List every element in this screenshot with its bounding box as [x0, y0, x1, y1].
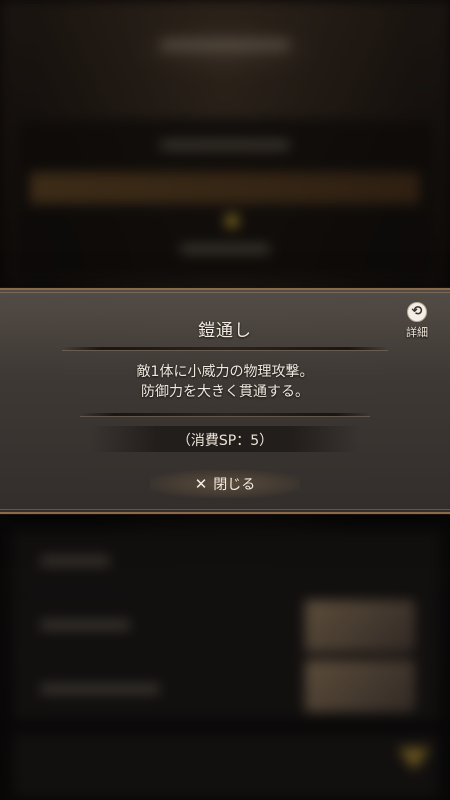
skill-info-dialog: 鎧通し ⟲ 詳細 敵1体に小威力の物理攻撃。 防御力を大きく貫通する。 （消費S… — [0, 288, 450, 514]
description-divider — [80, 413, 370, 416]
detail-button-label: 詳細 — [406, 326, 428, 339]
description-line: 敵1体に小威力の物理攻撃。 — [136, 364, 314, 380]
sp-cost-text: （消費SP：5） — [176, 433, 274, 449]
close-button[interactable]: ✕ 閉じる — [150, 470, 300, 498]
description-line: 防御力を大きく貫通する。 — [141, 384, 309, 400]
skill-name: 鎧通し — [198, 321, 252, 341]
title-divider — [62, 347, 388, 350]
skill-description: 敵1体に小威力の物理攻撃。 防御力を大きく貫通する。 — [0, 362, 450, 402]
close-icon: ✕ — [194, 475, 208, 493]
close-button-label: 閉じる — [213, 477, 256, 493]
detail-button[interactable]: ⟲ 詳細 — [402, 302, 432, 342]
refresh-swap-icon: ⟲ — [407, 302, 427, 322]
